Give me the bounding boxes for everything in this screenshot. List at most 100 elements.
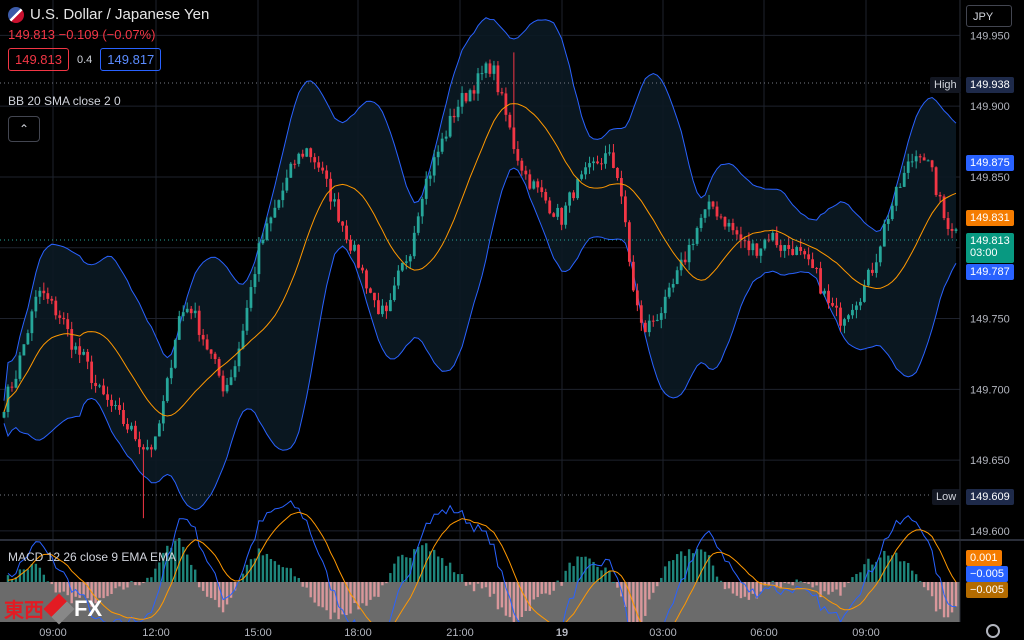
candle-body	[205, 339, 209, 350]
candle-body	[862, 285, 866, 302]
macd-hist-bar	[751, 582, 755, 594]
candle-body	[169, 367, 173, 379]
macd-hist-bar	[695, 548, 699, 582]
candle-body	[122, 410, 125, 424]
candle-body	[424, 178, 428, 199]
symbol-title[interactable]: U.S. Dollar / Japanese Yen	[30, 6, 209, 23]
candle-body	[337, 199, 340, 222]
macd-pane-bg	[0, 582, 960, 622]
macd-hist-bar	[847, 582, 850, 583]
candle-body	[882, 223, 886, 247]
price-tick-label: 149.600	[970, 526, 1010, 538]
price-tick-label: 149.750	[970, 314, 1010, 326]
candle-body	[265, 223, 269, 240]
time-tick-label: 18:00	[344, 627, 372, 639]
macd-hist-bar	[803, 582, 806, 583]
currency-selector[interactable]: JPY	[966, 5, 1012, 27]
macd-hist-bar	[34, 563, 38, 582]
macd-hist-bar	[950, 582, 954, 613]
macd-hist-bar	[377, 582, 380, 597]
candle-body	[803, 251, 807, 255]
gear-icon[interactable]	[986, 624, 1000, 638]
price-tick-label: 149.950	[970, 30, 1010, 42]
macd-hist-bar	[827, 582, 830, 595]
candle-body	[683, 259, 687, 263]
candle-body	[106, 394, 109, 400]
sell-button[interactable]: 149.813	[8, 48, 69, 71]
candle-body	[564, 205, 568, 225]
macd-hist-bar	[715, 576, 719, 582]
macd-hist-bar	[138, 582, 141, 586]
macd-hist-bar	[476, 582, 480, 584]
price-tick-label: 149.850	[970, 172, 1010, 184]
candle-body	[663, 296, 667, 314]
macd-indicator-label[interactable]: MACD 12 26 close 9 EMA EMA	[8, 550, 176, 564]
candle-body	[878, 246, 882, 263]
macd-hist-bar	[699, 549, 703, 582]
macd-hist-bar	[373, 582, 376, 597]
candle-body	[930, 160, 934, 168]
candle-body	[110, 399, 113, 406]
candle-body	[584, 167, 587, 175]
symbol-header: U.S. Dollar / Japanese Yen 149.813 −0.10…	[8, 6, 209, 71]
candle-body	[249, 287, 253, 308]
candle-body	[512, 127, 516, 150]
candle-body	[14, 378, 18, 388]
time-axis: 09:00 12:00 15:00 18:00 21:00 19 03:00 06:00 09:…	[39, 627, 880, 639]
time-tick-label: 03:00	[649, 627, 677, 639]
time-tick-label: 12:00	[142, 627, 170, 639]
time-tick-label: 09:00	[39, 627, 67, 639]
candle-body	[544, 191, 548, 201]
candle-body	[596, 161, 599, 164]
candle-body	[90, 361, 94, 383]
candle-body	[102, 385, 105, 395]
bar-countdown: 03:00	[970, 247, 998, 259]
basis-tag: 149.831	[966, 210, 1014, 226]
macd-hist-bar	[289, 568, 292, 582]
candle-body	[536, 181, 540, 188]
macd-hist-bar	[795, 579, 798, 582]
time-tick-label: 09:00	[852, 627, 880, 639]
candle-body	[823, 290, 826, 294]
candle-body	[870, 269, 874, 273]
buy-button[interactable]: 149.817	[100, 48, 162, 71]
macd-hist-bar	[313, 582, 316, 603]
candle-body	[484, 63, 488, 74]
macd-hist-bar	[401, 554, 404, 582]
candle-body	[341, 221, 344, 226]
candle-body	[365, 270, 368, 289]
macd-hist-bar	[831, 582, 834, 592]
price-chart[interactable]: 149.950149.900149.850149.800149.750149.7…	[0, 0, 1024, 640]
bb-indicator-label[interactable]: BB 20 SMA close 2 0	[8, 94, 121, 108]
macd-hist-bar	[397, 556, 400, 582]
macd-hist-bar	[648, 582, 651, 600]
candle-body	[428, 175, 432, 179]
candle-body	[472, 90, 476, 94]
macd-hist-bar	[285, 567, 289, 582]
macd-hist-bar	[783, 582, 786, 584]
candle-body	[400, 262, 404, 271]
candle-body	[568, 192, 572, 206]
macd-hist-bar	[122, 582, 125, 590]
candle-body	[703, 209, 707, 218]
macd-hist-bar	[711, 565, 715, 582]
candle-body	[26, 333, 30, 345]
collapse-indicators-button[interactable]: ⌃	[8, 116, 40, 142]
candle-body	[333, 199, 337, 202]
macd-hist-bar	[815, 582, 818, 586]
candle-body	[153, 436, 157, 450]
candle-body	[815, 268, 818, 270]
candle-body	[580, 174, 583, 179]
candle-body	[775, 232, 779, 246]
macd-hist-bar	[421, 545, 424, 582]
candle-body	[906, 161, 910, 173]
macd-hist-bar	[926, 582, 930, 591]
candle-body	[763, 239, 767, 249]
macd-hist-bar	[293, 576, 296, 582]
candle-body	[890, 205, 894, 220]
macd-hist-bar	[799, 581, 802, 583]
candle-body	[735, 230, 739, 235]
macd-hist-bar	[484, 582, 488, 588]
candle-body	[30, 311, 34, 334]
candle-body	[353, 244, 356, 251]
